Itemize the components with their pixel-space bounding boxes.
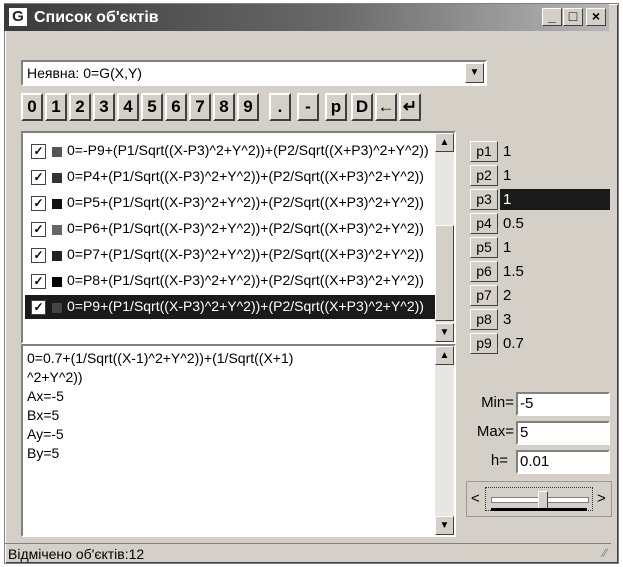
key-12[interactable]: p — [325, 93, 347, 121]
slider-left-arrow-icon[interactable]: < — [471, 490, 480, 507]
param-value-p5[interactable]: 1 — [500, 237, 610, 258]
scroll-thumb[interactable] — [435, 225, 454, 321]
app-icon: G — [9, 8, 27, 26]
key-10[interactable]: . — [269, 93, 291, 121]
memo-line: Bx=5 — [27, 407, 60, 423]
key-3[interactable]: 3 — [93, 93, 115, 121]
visibility-checkbox[interactable]: ✓ — [31, 144, 46, 159]
key-1[interactable]: 1 — [45, 93, 67, 121]
visibility-checkbox[interactable]: ✓ — [31, 170, 46, 185]
key-6[interactable]: 6 — [165, 93, 187, 121]
color-swatch[interactable] — [52, 173, 62, 183]
param-value-p8[interactable]: 3 — [500, 309, 610, 330]
maximize-button[interactable]: □ — [563, 8, 583, 26]
objects-scrollbar[interactable]: ▲ ▼ — [435, 133, 454, 342]
key-7[interactable]: 7 — [189, 93, 211, 121]
key-5[interactable]: 5 — [141, 93, 163, 121]
color-swatch[interactable] — [52, 225, 62, 235]
param-value-p3[interactable]: 1 — [500, 189, 610, 210]
object-formula: 0=P9+(P1/Sqrt((X-P3)^2+Y^2))+(P2/Sqrt((X… — [67, 298, 424, 314]
memo-line: Ax=-5 — [27, 388, 64, 404]
color-swatch[interactable] — [52, 303, 62, 313]
list-item[interactable]: ✓ 0=P6+(P1/Sqrt((X-P3)^2+Y^2))+(P2/Sqrt((… — [25, 217, 435, 241]
param-button-p6[interactable]: p6 — [470, 261, 498, 282]
parameter-slider[interactable]: < > — [466, 481, 612, 517]
param-button-p3[interactable]: p3 — [470, 189, 498, 210]
min-field[interactable]: -5 — [516, 392, 610, 416]
object-type-combo[interactable]: Неявна: 0=G(X,Y) ▼ — [21, 60, 487, 86]
visibility-checkbox[interactable]: ✓ — [31, 274, 46, 289]
list-item[interactable]: ✓ 0=P5+(P1/Sqrt((X-P3)^2+Y^2))+(P2/Sqrt((… — [25, 191, 435, 215]
key-4[interactable]: 4 — [117, 93, 139, 121]
titlebar[interactable]: G Список об'єктів _ □ × — [4, 4, 609, 31]
memo-line: 0=0.7+(1/Sqrt((X-1)^2+Y^2))+(1/Sqrt((X+1… — [27, 350, 294, 366]
param-value-p4[interactable]: 0.5 — [500, 213, 610, 234]
statusbar: Відмічено об'єктів:12 ⁄⁄ — [4, 543, 611, 563]
memo-line: ^2+Y^2)) — [27, 369, 83, 385]
scroll-down-icon[interactable]: ▼ — [435, 323, 454, 342]
object-formula: 0=P8+(P1/Sqrt((X-P3)^2+Y^2))+(P2/Sqrt((X… — [67, 272, 424, 288]
key-15[interactable]: ↵ — [399, 93, 421, 121]
h-field[interactable]: 0.01 — [516, 450, 610, 474]
memo-line: Ay=-5 — [27, 426, 64, 442]
object-formula: 0=P6+(P1/Sqrt((X-P3)^2+Y^2))+(P2/Sqrt((X… — [67, 220, 424, 236]
object-formula: 0=P7+(P1/Sqrt((X-P3)^2+Y^2))+(P2/Sqrt((X… — [67, 246, 424, 262]
objects-listbox[interactable]: ✓ 0=-P9+(P1/Sqrt((X-P3)^2+Y^2))+(P2/Sqrt(… — [21, 131, 456, 344]
param-value-p9[interactable]: 0.7 — [500, 333, 610, 354]
param-button-p9[interactable]: p9 — [470, 333, 498, 354]
key-8[interactable]: 8 — [213, 93, 235, 121]
param-value-p1[interactable]: 1 — [500, 141, 610, 162]
key-9[interactable]: 9 — [237, 93, 259, 121]
object-properties-memo[interactable]: 0=0.7+(1/Sqrt((X-1)^2+Y^2))+(1/Sqrt((X+1… — [21, 344, 456, 537]
minimize-button[interactable]: _ — [542, 8, 562, 26]
memo-scrollbar[interactable]: ▲ ▼ — [435, 346, 454, 535]
max-label: Max= — [476, 423, 514, 440]
key-14[interactable]: ← — [375, 93, 397, 121]
status-text: Відмічено об'єктів:12 — [8, 546, 145, 562]
memo-line: By=5 — [27, 445, 60, 461]
key-13[interactable]: D — [351, 93, 373, 121]
key-0[interactable]: 0 — [21, 93, 43, 121]
triangle-down-icon[interactable]: ▼ — [465, 63, 484, 83]
close-button[interactable]: × — [586, 8, 606, 26]
color-swatch[interactable] — [52, 277, 62, 287]
visibility-checkbox[interactable]: ✓ — [31, 248, 46, 263]
list-item[interactable]: ✓ 0=P4+(P1/Sqrt((X-P3)^2+Y^2))+(P2/Sqrt((… — [25, 165, 435, 189]
max-field[interactable]: 5 — [516, 421, 610, 445]
list-item[interactable]: ✓ 0=P8+(P1/Sqrt((X-P3)^2+Y^2))+(P2/Sqrt((… — [25, 269, 435, 293]
color-swatch[interactable] — [52, 199, 62, 209]
param-button-p8[interactable]: p8 — [470, 309, 498, 330]
color-swatch[interactable] — [52, 251, 62, 261]
scroll-down-icon[interactable]: ▼ — [435, 516, 454, 535]
list-item[interactable]: ✓ 0=P7+(P1/Sqrt((X-P3)^2+Y^2))+(P2/Sqrt((… — [25, 243, 435, 267]
list-item[interactable]: ✓ 0=-P9+(P1/Sqrt((X-P3)^2+Y^2))+(P2/Sqrt(… — [25, 139, 435, 163]
object-formula: 0=-P9+(P1/Sqrt((X-P3)^2+Y^2))+(P2/Sqrt((… — [67, 142, 429, 158]
scroll-up-icon[interactable]: ▲ — [435, 133, 454, 152]
param-button-p7[interactable]: p7 — [470, 285, 498, 306]
param-value-p2[interactable]: 1 — [500, 165, 610, 186]
key-11[interactable]: - — [297, 93, 319, 121]
param-button-p4[interactable]: p4 — [470, 213, 498, 234]
param-button-p1[interactable]: p1 — [470, 141, 498, 162]
window-title: Список об'єктів — [34, 9, 159, 26]
param-button-p2[interactable]: p2 — [470, 165, 498, 186]
object-formula: 0=P4+(P1/Sqrt((X-P3)^2+Y^2))+(P2/Sqrt((X… — [67, 168, 424, 184]
param-value-p6[interactable]: 1.5 — [500, 261, 610, 282]
scroll-up-icon[interactable]: ▲ — [435, 346, 454, 365]
visibility-checkbox[interactable]: ✓ — [31, 196, 46, 211]
resize-grip-icon[interactable]: ⁄⁄ — [603, 546, 607, 560]
list-item[interactable]: ✓ 0=P9+(P1/Sqrt((X-P3)^2+Y^2))+(P2/Sqrt((… — [25, 295, 435, 319]
param-value-p7[interactable]: 2 — [500, 285, 610, 306]
slider-right-arrow-icon[interactable]: > — [597, 490, 606, 507]
h-label: h= — [490, 452, 508, 469]
color-swatch[interactable] — [52, 147, 62, 157]
visibility-checkbox[interactable]: ✓ — [31, 222, 46, 237]
object-formula: 0=P5+(P1/Sqrt((X-P3)^2+Y^2))+(P2/Sqrt((X… — [67, 194, 424, 210]
object-type-value: Неявна: 0=G(X,Y) — [27, 65, 142, 81]
slider-baseline — [491, 508, 587, 511]
param-button-p5[interactable]: p5 — [470, 237, 498, 258]
visibility-checkbox[interactable]: ✓ — [31, 300, 46, 315]
min-label: Min= — [481, 394, 514, 411]
key-2[interactable]: 2 — [69, 93, 91, 121]
